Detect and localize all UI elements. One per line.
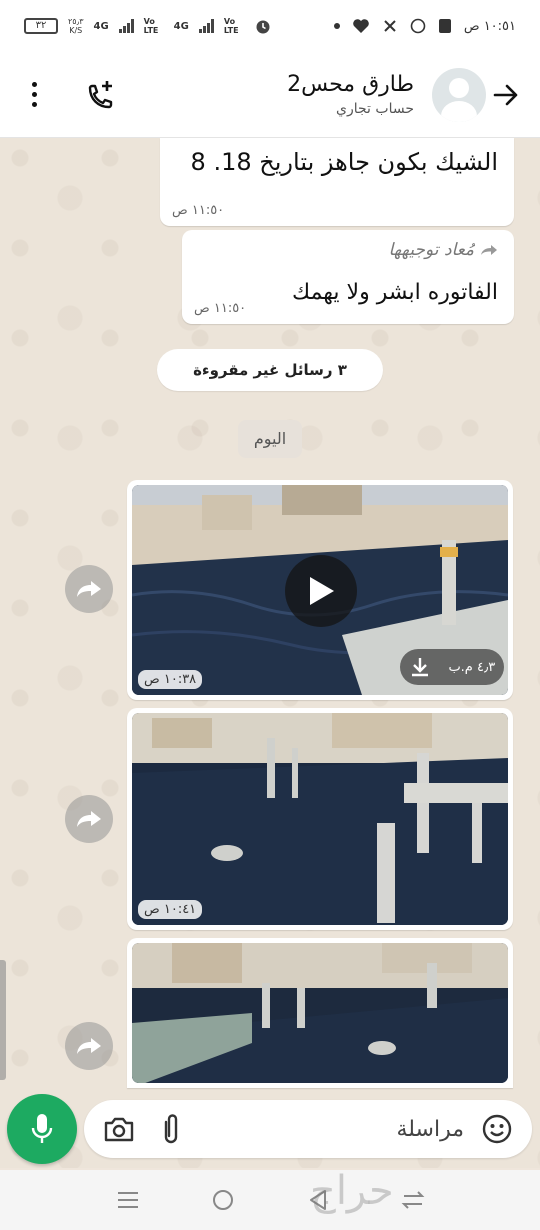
system-nav-bar bbox=[0, 1170, 540, 1230]
watermark: حراج bbox=[310, 1168, 394, 1214]
play-button[interactable] bbox=[285, 555, 357, 627]
emoji-button[interactable] bbox=[478, 1109, 516, 1149]
image-message[interactable]: ١٠:٤١ ص bbox=[127, 708, 513, 930]
net-speed-value: ٢٥٫٣ bbox=[68, 17, 84, 26]
forwarded-icon bbox=[481, 245, 497, 255]
date-divider: اليوم bbox=[238, 420, 302, 458]
forward-icon bbox=[77, 1038, 101, 1054]
volte-1: Vo LTE bbox=[143, 17, 159, 35]
home-circle-icon bbox=[212, 1190, 233, 1210]
image-message[interactable] bbox=[127, 938, 513, 1088]
add-call-icon bbox=[88, 80, 113, 108]
emoji-icon bbox=[482, 1114, 512, 1144]
net-speed-unit: K/S bbox=[69, 26, 83, 35]
forward-button[interactable] bbox=[65, 565, 113, 613]
message-time: ١١:٥٠ ص bbox=[194, 301, 247, 316]
message-text: الفاتوره ابشر ولا يهمك bbox=[292, 280, 498, 305]
camera-icon bbox=[104, 1117, 134, 1142]
attach-button[interactable] bbox=[152, 1109, 190, 1149]
contact-name: طارق محس2 bbox=[287, 72, 414, 97]
menu-lines-icon bbox=[117, 1192, 138, 1208]
forward-button[interactable] bbox=[65, 795, 113, 843]
video-thumbnail: ٤٫٣ م.ب ١٠:٣٨ ص bbox=[132, 485, 508, 695]
back-arrow-icon bbox=[493, 84, 518, 105]
video-size: ٤٫٣ م.ب bbox=[448, 659, 496, 675]
media-time: ١٠:٣٨ ص bbox=[138, 670, 203, 689]
chat-header: طارق محس2 حساب تجاري bbox=[0, 52, 540, 138]
forward-button[interactable] bbox=[65, 1022, 113, 1070]
message-input[interactable] bbox=[190, 1116, 478, 1142]
home-button[interactable] bbox=[203, 1180, 243, 1220]
more-vert-icon[interactable] bbox=[14, 82, 54, 107]
image-thumbnail: ١٠:٤١ ص bbox=[132, 713, 508, 925]
message-composer bbox=[84, 1100, 532, 1158]
signal-4g-1: 4G bbox=[93, 20, 109, 32]
status-time: ١٠:٥١ ص bbox=[463, 18, 516, 34]
message-time: ١١:٥٠ ص bbox=[172, 203, 225, 218]
message-bubble-forwarded[interactable]: مُعاد توجيهها الفاتوره ابشر ولا يهمك ١١:… bbox=[182, 230, 514, 324]
forwarded-label: مُعاد توجيهها bbox=[389, 240, 498, 260]
alarm-icon bbox=[256, 20, 270, 34]
play-icon bbox=[310, 577, 334, 605]
forward-icon bbox=[77, 581, 101, 597]
camera-button[interactable] bbox=[100, 1109, 138, 1149]
swap-icon bbox=[401, 1191, 424, 1209]
image-thumbnail bbox=[132, 943, 508, 1083]
scroll-indicator[interactable] bbox=[0, 960, 6, 1080]
mic-icon bbox=[31, 1114, 53, 1143]
muted-icon bbox=[384, 20, 396, 32]
video-message[interactable]: ٤٫٣ م.ب ١٠:٣٨ ص bbox=[127, 480, 513, 700]
status-left: ٣٢ ٢٥٫٣ K/S 4G Vo LTE 4G Vo LTE bbox=[24, 17, 272, 35]
status-right: ١٠:٥١ ص bbox=[333, 18, 516, 34]
forwarded-text: مُعاد توجيهها bbox=[388, 240, 474, 260]
avatar[interactable] bbox=[432, 67, 486, 122]
media-time: ١٠:٤١ ص bbox=[138, 900, 203, 919]
contact-info[interactable]: طارق محس2 حساب تجاري bbox=[130, 72, 432, 117]
signal-bars-icon bbox=[198, 19, 214, 33]
switch-button[interactable] bbox=[393, 1180, 433, 1220]
voice-record-button[interactable] bbox=[7, 1094, 77, 1164]
download-icon bbox=[411, 658, 428, 677]
status-bar: ٣٢ ٢٥٫٣ K/S 4G Vo LTE 4G Vo LTE ١٠:٥١ ص bbox=[0, 0, 540, 52]
unread-messages-divider: ٣ رسائل غير مقروءة bbox=[157, 349, 383, 391]
recents-button[interactable] bbox=[108, 1180, 148, 1220]
attach-icon bbox=[164, 1114, 178, 1144]
whatsapp-icon bbox=[410, 18, 426, 34]
volte-2: Vo LTE bbox=[223, 17, 239, 35]
add-call-button[interactable] bbox=[70, 70, 130, 120]
net-speed: ٢٥٫٣ K/S bbox=[68, 17, 84, 35]
signal-4g-2: 4G bbox=[173, 20, 189, 32]
contact-subtitle: حساب تجاري bbox=[336, 101, 414, 117]
message-bubble[interactable]: الشيك بكون جاهز بتاريخ 18. 8 ١١:٥٠ ص bbox=[160, 138, 514, 226]
heart-icon bbox=[353, 19, 369, 33]
signal-bars-icon bbox=[118, 19, 134, 33]
download-button[interactable]: ٤٫٣ م.ب bbox=[400, 649, 504, 685]
battery-icon: ٣٢ bbox=[24, 18, 58, 34]
notification-dot-icon bbox=[333, 23, 340, 29]
forward-icon bbox=[77, 811, 101, 827]
battery-level: ٣٢ bbox=[35, 20, 47, 31]
back-button[interactable] bbox=[486, 70, 526, 120]
app-icon bbox=[438, 19, 451, 33]
message-text: الشيك بكون جاهز بتاريخ 18. 8 bbox=[190, 148, 498, 176]
